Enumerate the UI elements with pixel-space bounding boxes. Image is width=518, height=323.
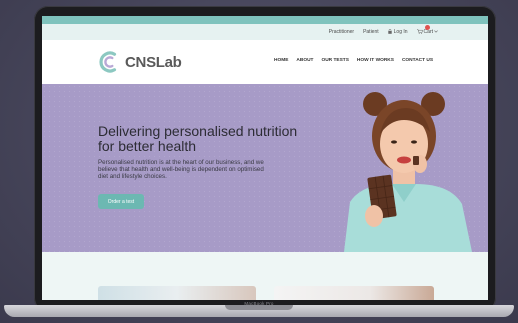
nav-home[interactable]: HOME — [274, 58, 288, 63]
lower-section — [42, 252, 488, 300]
main-nav: HOME ABOUT OUR TESTS HOW IT WORKS CONTAC… — [274, 58, 433, 63]
utility-bar: Practitioner Patient Log In Cart — [42, 24, 488, 40]
site-header: CNSLab HOME ABOUT OUR TESTS HOW IT WORKS… — [42, 40, 488, 85]
lower-card-image-right — [274, 286, 434, 300]
hero-woman-photo — [344, 92, 472, 252]
top-accent-stripe — [42, 16, 488, 24]
nav-how-it-works[interactable]: HOW IT WORKS — [357, 58, 394, 63]
browser-screen: Practitioner Patient Log In Cart CNSLab … — [42, 16, 488, 300]
patient-link[interactable]: Patient — [363, 29, 379, 35]
order-test-button[interactable]: Order a test — [98, 194, 144, 209]
chevron-down-icon — [434, 29, 438, 35]
cart-label: Cart — [423, 29, 433, 35]
nav-our-tests[interactable]: OUR TESTS — [321, 58, 348, 63]
device-model-label: MacBook Pro — [244, 301, 274, 306]
nav-contact-us[interactable]: CONTACT US — [402, 58, 433, 63]
practitioner-link[interactable]: Practitioner — [329, 29, 354, 35]
logo-mark-icon — [99, 51, 117, 73]
login-link[interactable]: Log In — [387, 28, 408, 36]
cart-badge — [424, 24, 430, 30]
cart-link[interactable]: Cart — [416, 24, 438, 36]
nav-about[interactable]: ABOUT — [296, 58, 313, 63]
hero-title: Delivering personalised nutrition for be… — [98, 123, 298, 154]
logo-text: CNSLab — [125, 53, 182, 71]
lower-card-image-left — [98, 286, 256, 300]
logo[interactable]: CNSLab — [99, 51, 182, 73]
lock-icon — [387, 28, 392, 36]
hero-description: Personalised nutrition is at the heart o… — [98, 159, 264, 180]
hero-banner: Delivering personalised nutrition for be… — [42, 84, 488, 252]
cart-icon — [416, 28, 423, 36]
login-label: Log In — [393, 29, 408, 35]
